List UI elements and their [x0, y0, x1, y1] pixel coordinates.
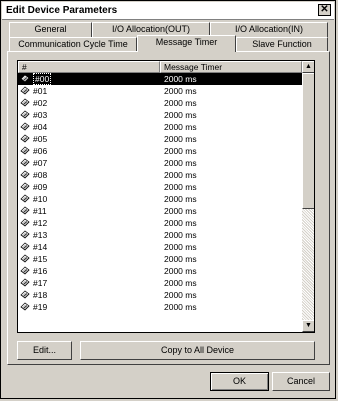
device-icon: [20, 182, 30, 191]
row-message-timer: 2000 ms: [164, 122, 197, 132]
row-number: #13: [33, 230, 48, 240]
device-icon: [20, 86, 30, 95]
row-number: #17: [33, 278, 48, 288]
device-icon: [20, 110, 30, 119]
device-icon: [20, 74, 30, 83]
row-message-timer: 2000 ms: [164, 134, 197, 144]
row-number: #10: [33, 194, 48, 204]
list-item[interactable]: #12 2000 ms: [18, 217, 302, 229]
row-message-timer: 2000 ms: [164, 230, 197, 240]
device-icon: [20, 206, 30, 215]
row-number: #12: [33, 218, 48, 228]
row-message-timer: 2000 ms: [164, 158, 197, 168]
row-message-timer: 2000 ms: [164, 194, 197, 204]
ok-button[interactable]: OK: [210, 372, 269, 391]
list-rows: #00 2000 ms #01 2000 ms #02 2000 ms #03 2000 ms…: [18, 73, 302, 313]
device-icon: [20, 134, 30, 143]
list-item[interactable]: #05 2000 ms: [18, 133, 302, 145]
row-message-timer: 2000 ms: [164, 98, 197, 108]
row-number: #01: [33, 86, 48, 96]
list-item[interactable]: #01 2000 ms: [18, 85, 302, 97]
row-number: #19: [33, 302, 48, 312]
row-number: #00: [33, 73, 52, 85]
row-message-timer: 2000 ms: [164, 218, 197, 228]
list-item[interactable]: #02 2000 ms: [18, 97, 302, 109]
list-item[interactable]: #09 2000 ms: [18, 181, 302, 193]
scrollbar-thumb[interactable]: [302, 73, 314, 209]
title-bar: Edit Device Parameters ✕: [2, 2, 334, 20]
device-icon: [20, 194, 30, 203]
message-timer-list[interactable]: # Message Timer #00 2000 ms #01 2000 ms #02 2…: [17, 60, 315, 333]
list-item[interactable]: #04 2000 ms: [18, 121, 302, 133]
row-message-timer: 2000 ms: [164, 146, 197, 156]
list-item[interactable]: #03 2000 ms: [18, 109, 302, 121]
row-message-timer: 2000 ms: [164, 74, 197, 84]
cancel-button[interactable]: Cancel: [272, 372, 330, 391]
list-item[interactable]: #16 2000 ms: [18, 265, 302, 277]
list-item[interactable]: #14 2000 ms: [18, 241, 302, 253]
list-item[interactable]: #06 2000 ms: [18, 145, 302, 157]
list-item[interactable]: #19 2000 ms: [18, 301, 302, 313]
row-message-timer: 2000 ms: [164, 302, 197, 312]
row-number: #11: [33, 206, 47, 216]
row-number: #15: [33, 254, 48, 264]
list-item[interactable]: #07 2000 ms: [18, 157, 302, 169]
device-icon: [20, 302, 30, 311]
row-message-timer: 2000 ms: [164, 278, 197, 288]
list-item[interactable]: #08 2000 ms: [18, 169, 302, 181]
tab-message-timer[interactable]: Message Timer: [137, 35, 236, 52]
row-number: #09: [33, 182, 48, 192]
row-message-timer: 2000 ms: [164, 86, 197, 96]
close-button[interactable]: ✕: [318, 4, 331, 16]
list-item[interactable]: #10 2000 ms: [18, 193, 302, 205]
device-icon: [20, 290, 30, 299]
row-message-timer: 2000 ms: [164, 170, 197, 180]
row-message-timer: 2000 ms: [164, 254, 197, 264]
row-number: #04: [33, 122, 48, 132]
vertical-scrollbar[interactable]: ▲ ▼: [302, 61, 314, 332]
list-item[interactable]: #00 2000 ms: [18, 73, 302, 85]
scroll-up-icon[interactable]: ▲: [302, 61, 314, 73]
row-message-timer: 2000 ms: [164, 110, 197, 120]
row-number: #02: [33, 98, 48, 108]
row-number: #16: [33, 266, 48, 276]
row-number: #05: [33, 134, 48, 144]
device-icon: [20, 242, 30, 251]
tab-slave-function[interactable]: Slave Function: [236, 37, 328, 52]
row-number: #18: [33, 290, 48, 300]
device-icon: [20, 230, 30, 239]
column-header-message-timer[interactable]: Message Timer: [160, 61, 302, 73]
scroll-down-icon[interactable]: ▼: [302, 320, 314, 332]
list-item[interactable]: #17 2000 ms: [18, 277, 302, 289]
tab-communication-cycle-time[interactable]: Communication Cycle Time: [9, 37, 137, 52]
tab-general[interactable]: General: [9, 22, 92, 37]
device-icon: [20, 158, 30, 167]
list-item[interactable]: #13 2000 ms: [18, 229, 302, 241]
row-number: #03: [33, 110, 48, 120]
list-item[interactable]: #11 2000 ms: [18, 205, 302, 217]
edit-button[interactable]: Edit...: [17, 341, 72, 360]
row-message-timer: 2000 ms: [164, 266, 197, 276]
row-number: #07: [33, 158, 48, 168]
device-icon: [20, 266, 30, 275]
device-icon: [20, 122, 30, 131]
row-number: #08: [33, 170, 48, 180]
row-number: #14: [33, 242, 48, 252]
device-icon: [20, 278, 30, 287]
device-icon: [20, 170, 30, 179]
row-message-timer: 2000 ms: [164, 242, 197, 252]
device-icon: [20, 98, 30, 107]
list-item[interactable]: #18 2000 ms: [18, 289, 302, 301]
device-icon: [20, 254, 30, 263]
device-icon: [20, 218, 30, 227]
list-item[interactable]: #15 2000 ms: [18, 253, 302, 265]
row-message-timer: 2000 ms: [164, 182, 197, 192]
dialog-title: Edit Device Parameters: [6, 5, 118, 16]
row-number: #06: [33, 146, 48, 156]
device-icon: [20, 146, 30, 155]
column-header-number[interactable]: #: [18, 61, 160, 73]
copy-to-all-device-button[interactable]: Copy to All Device: [80, 341, 315, 360]
row-message-timer: 2000 ms: [164, 206, 197, 216]
row-message-timer: 2000 ms: [164, 290, 197, 300]
